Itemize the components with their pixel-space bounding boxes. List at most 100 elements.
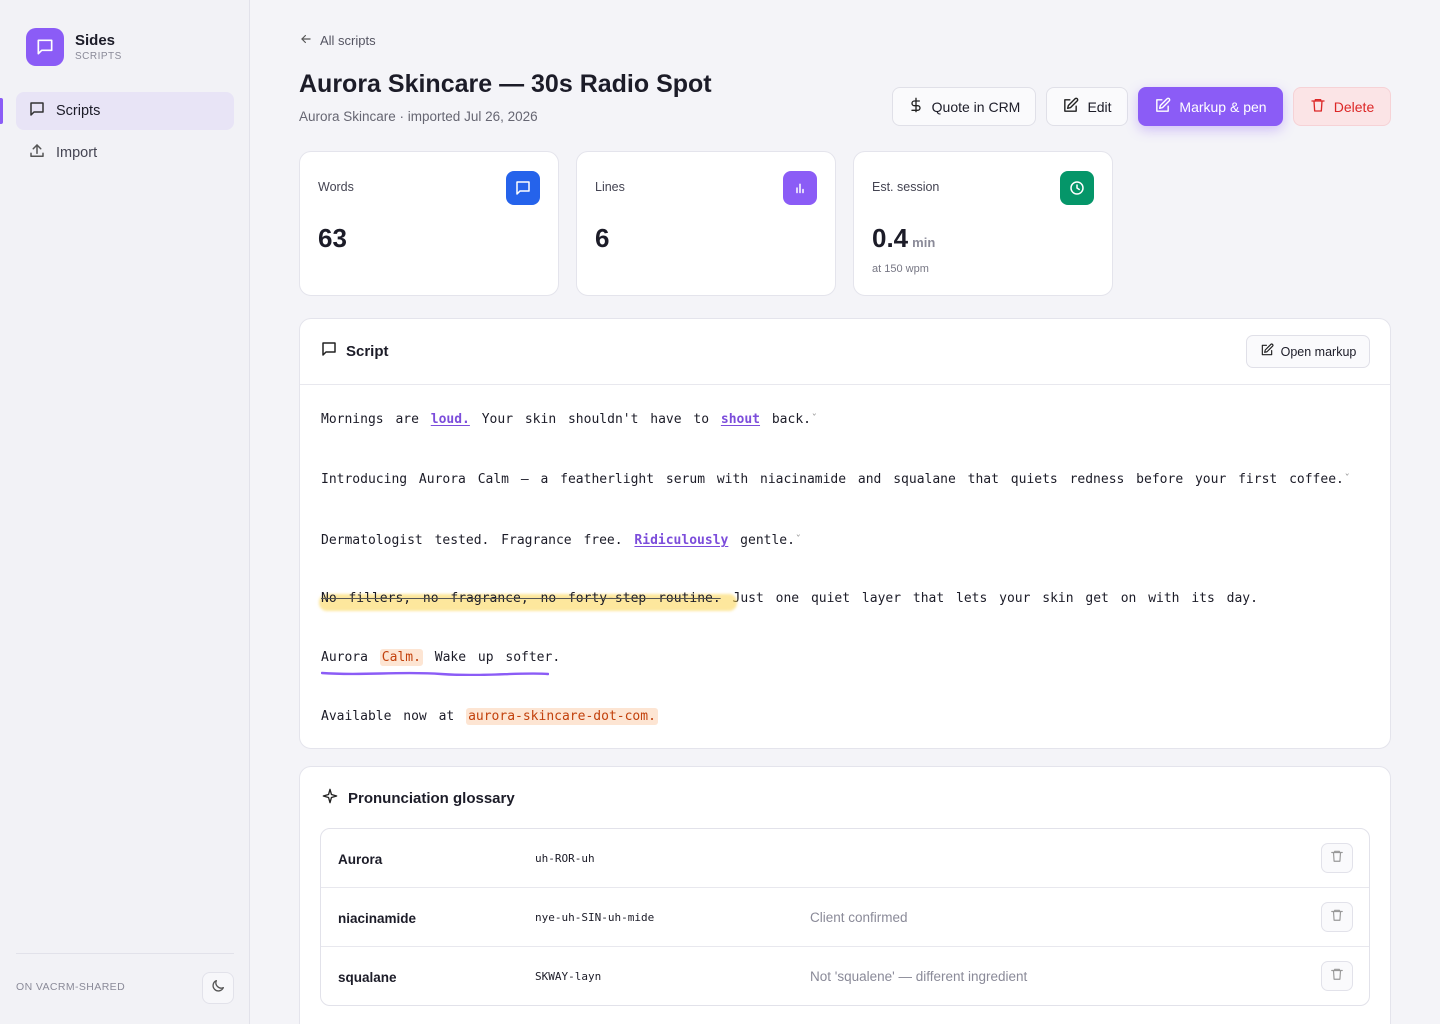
sidebar: Sides SCRIPTS Scripts Import ON VACRM-SH…	[0, 0, 250, 1024]
pen-underline-stroke	[321, 671, 549, 676]
open-markup-button[interactable]: Open markup	[1246, 335, 1370, 368]
page-subtitle: Aurora Skincare · imported Jul 26, 2026	[299, 109, 538, 124]
script-text: Dermatologist tested. Fragrance free.	[321, 533, 635, 548]
glossary-row: Aurora uh-ROR-uh	[321, 829, 1369, 888]
dollar-icon	[908, 97, 932, 116]
glossary-term: Aurora	[338, 852, 383, 867]
glossary-term: niacinamide	[338, 911, 417, 926]
script-line[interactable]: Dermatologist tested. Fragrance free. Ri…	[321, 533, 802, 548]
script-line[interactable]: No fillers, no fragrance, no forty-step …	[319, 591, 1258, 611]
back-link-label: All scripts	[320, 33, 376, 48]
stat-value: 6	[595, 223, 610, 253]
stat-value: 63	[318, 223, 347, 253]
delete-label: Delete	[1333, 98, 1375, 115]
trash-icon	[1330, 849, 1344, 868]
script-text: Aurora	[321, 650, 380, 665]
markup-label: Markup & pen	[1179, 98, 1267, 115]
script-text: Wake up softer.	[422, 650, 561, 665]
glossary-note: Client confirmed	[810, 910, 908, 925]
breath-mark: ˇ	[1343, 472, 1351, 485]
clock-icon	[1060, 171, 1094, 205]
brand[interactable]: Sides SCRIPTS	[26, 28, 122, 66]
delete-button[interactable]: Delete	[1293, 87, 1391, 126]
back-link[interactable]: All scripts	[299, 32, 376, 49]
sidebar-footer: ON VACRM-SHARED	[16, 953, 234, 1004]
sidebar-item-label: Scripts	[56, 103, 101, 119]
emphasis-mark: shout	[720, 412, 761, 427]
emphasis-mark: Ridiculously	[634, 533, 729, 548]
script-line[interactable]: Introducing Aurora Calm — a featherlight…	[321, 472, 1350, 487]
stat-label: Words	[318, 180, 354, 194]
workspace-label: ON VACRM-SHARED	[16, 981, 126, 993]
pronunciation-glossary-card: Pronunciation glossary Aurora uh-ROR-uh …	[299, 766, 1391, 1024]
script-line[interactable]: Available now at aurora-skincare-dot-com…	[321, 708, 658, 725]
stat-label: Lines	[595, 180, 625, 194]
delete-term-button[interactable]	[1321, 902, 1353, 932]
stat-card-lines: Lines 6	[576, 151, 836, 296]
stat-number: 0.4	[872, 223, 909, 253]
sidebar-item-label: Import	[56, 145, 98, 161]
logo-icon	[26, 28, 64, 66]
message-square-icon	[28, 100, 56, 122]
sidebar-nav: Scripts Import	[0, 92, 234, 176]
glossary-pronunciation: SKWAY-layn	[535, 970, 602, 983]
theme-toggle-button[interactable]	[202, 972, 234, 1004]
stat-card-words: Words 63	[299, 151, 559, 296]
script-text: Available now at	[321, 709, 467, 724]
struck-text: No fillers, no fragrance, no forty-step …	[321, 591, 721, 606]
sidebar-item-import[interactable]: Import	[16, 134, 234, 172]
glossary-pronunciation: uh-ROR-uh	[535, 852, 595, 865]
message-square-icon	[320, 340, 338, 363]
glossary-row: squalane SKWAY-layn Not 'squalene' — dif…	[321, 947, 1369, 1006]
bar-chart-icon	[783, 171, 817, 205]
script-card-header: Script	[300, 319, 1390, 385]
emphasis-mark: loud.	[430, 412, 470, 427]
quote-in-crm-button[interactable]: Quote in CRM	[892, 87, 1036, 126]
open-markup-label: Open markup	[1280, 344, 1357, 359]
script-text: Introducing Aurora Calm — a featherlight…	[321, 472, 1344, 487]
glossary-term: squalane	[338, 970, 397, 985]
stat-label: Est. session	[872, 180, 940, 194]
script-title: Script	[346, 343, 389, 360]
brand-subtitle: SCRIPTS	[75, 50, 122, 62]
breath-mark: ˇ	[794, 533, 802, 546]
delete-term-button[interactable]	[1321, 843, 1353, 873]
edit-button[interactable]: Edit	[1046, 87, 1128, 126]
delete-term-button[interactable]	[1321, 961, 1353, 991]
pen-icon	[1154, 97, 1179, 117]
script-line[interactable]: Aurora Calm. Wake up softer.	[321, 649, 561, 695]
script-text: gentle.	[728, 533, 795, 548]
message-square-icon	[506, 171, 540, 205]
script-text: Mornings are	[321, 412, 431, 427]
edit-icon	[1062, 97, 1087, 117]
breath-mark: ˇ	[810, 412, 818, 425]
stat-card-session: Est. session 0.4 min at 150 wpm	[853, 151, 1113, 296]
upload-icon	[28, 142, 56, 164]
glossary-row: niacinamide nye-uh-SIN-uh-mide Client co…	[321, 888, 1369, 947]
script-text: back.	[760, 412, 811, 427]
trash-icon	[1330, 908, 1344, 927]
glossary-title: Pronunciation glossary	[348, 790, 515, 807]
edit-icon	[1260, 343, 1281, 360]
trash-icon	[1330, 967, 1344, 986]
sparkle-icon	[322, 788, 338, 809]
script-text: Your skin shouldn't have to	[469, 412, 721, 427]
arrow-left-icon	[299, 32, 320, 49]
stat-note: at 150 wpm	[872, 263, 929, 275]
edit-label: Edit	[1087, 98, 1112, 115]
sidebar-item-scripts[interactable]: Scripts	[0, 92, 234, 130]
quote-label: Quote in CRM	[931, 98, 1021, 115]
script-card: Script Open markup Mornings are loud. Yo…	[299, 318, 1391, 749]
brand-name: Sides	[75, 31, 116, 49]
script-text: Just one quiet layer that lets your skin…	[720, 591, 1258, 606]
glossary-note: Not 'squalene' — different ingredient	[810, 969, 1028, 984]
highlight-mark: No fillers, no fragrance, no forty-step …	[319, 591, 737, 611]
markup-and-pen-button[interactable]: Markup & pen	[1138, 87, 1283, 126]
glossary-table: Aurora uh-ROR-uh niacinamide nye-uh-SIN-…	[320, 828, 1370, 1006]
page-title: Aurora Skincare — 30s Radio Spot	[299, 70, 712, 98]
stat-value: 0.4 min	[872, 223, 935, 254]
tagged-word: Calm.	[379, 649, 423, 666]
glossary-header: Pronunciation glossary	[322, 788, 515, 809]
glossary-pronunciation: nye-uh-SIN-uh-mide	[535, 911, 655, 924]
script-line[interactable]: Mornings are loud. Your skin shouldn't h…	[321, 412, 818, 427]
